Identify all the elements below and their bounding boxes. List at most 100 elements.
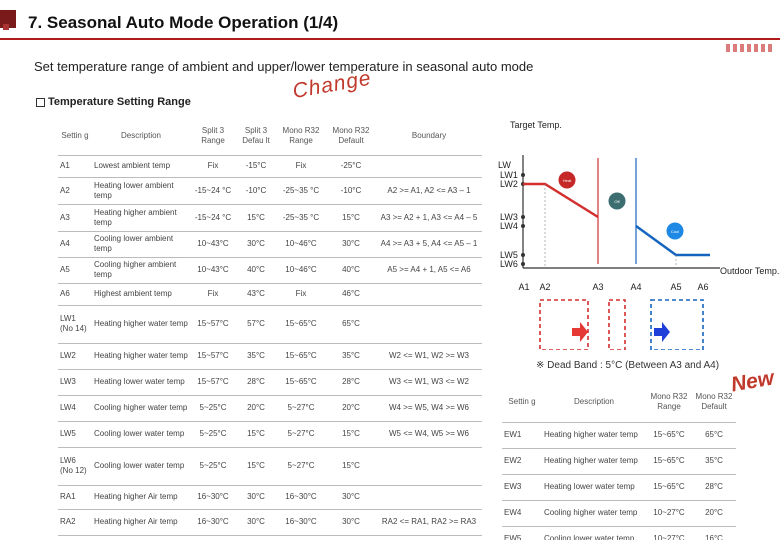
left-table-cell: Cooling lower ambient temp bbox=[92, 231, 190, 258]
left-table-cell: 28°C bbox=[326, 369, 376, 396]
left-table-cell: Fix bbox=[190, 283, 236, 306]
right-table-cell: EW5 bbox=[502, 526, 542, 540]
left-table-cell: 5~25°C bbox=[190, 447, 236, 486]
left-table-cell: 30°C bbox=[236, 231, 276, 258]
right-table-cell: 10~27°C bbox=[646, 500, 692, 527]
left-table-cell: 15°C bbox=[236, 204, 276, 232]
y-tick-dot bbox=[521, 215, 525, 219]
right-table-cell: 65°C bbox=[692, 422, 736, 449]
x-tick-label: A2 bbox=[539, 282, 550, 292]
table-row: LW3 Heating lower water temp 15~57°C 28°C 15… bbox=[58, 369, 482, 396]
right-table-cell: EW4 bbox=[502, 500, 542, 527]
left-table-cell: -25~35 °C bbox=[276, 177, 326, 205]
left-table-cell: 15°C bbox=[326, 447, 376, 486]
left-table-cell: W4 >= W5, W4 >= W6 bbox=[376, 395, 482, 422]
cool-mode-label: Cool bbox=[671, 229, 679, 234]
table-row: EW1 Heating higher water temp 15~65°C 65°C bbox=[502, 422, 736, 449]
left-table-header: Settin g Description Split 3 Range Split 3 … bbox=[58, 117, 482, 156]
checkbox-bullet-icon bbox=[36, 97, 45, 107]
left-table-cell: -10°C bbox=[326, 177, 376, 205]
page-subtitle: Set temperature range of ambient and upp… bbox=[34, 59, 534, 74]
left-table-cell: 16~30°C bbox=[190, 535, 236, 540]
left-table-cell: A5 bbox=[58, 257, 92, 284]
left-table-cell: 43°C bbox=[236, 283, 276, 306]
left-table-cell: Heating lower Air temp bbox=[92, 535, 190, 540]
left-table-cell: W2 <= W1, W2 >= W3 bbox=[376, 343, 482, 370]
left-table-cell: LW4 bbox=[58, 395, 92, 422]
left-table-cell: Heating higher water temp bbox=[92, 343, 190, 370]
left-table-cell: Fix bbox=[276, 283, 326, 306]
right-settings-table: Settin g Description Mono R32 Range Mono R3… bbox=[502, 382, 736, 540]
left-settings-table: Settin g Description Split 3 Range Split 3 … bbox=[58, 117, 482, 540]
left-table-cell: 57°C bbox=[236, 305, 276, 344]
graph-y-title: Target Temp. bbox=[510, 120, 562, 130]
page-title: 7. Seasonal Auto Mode Operation (1/4) bbox=[28, 13, 339, 32]
left-table-cell: 30°C bbox=[326, 485, 376, 510]
table-row: A2 Heating lower ambient temp -15~24 °C -10… bbox=[58, 177, 482, 205]
right-header-cell: Mono R32 Range bbox=[646, 382, 692, 423]
left-table-cell: 5~25°C bbox=[190, 395, 236, 422]
title-accent-mark bbox=[3, 24, 9, 30]
left-table-cell: Heating lower ambient temp bbox=[92, 177, 190, 205]
left-table-cell: -10°C bbox=[236, 177, 276, 205]
left-table-cell: Cooling lower water temp bbox=[92, 421, 190, 448]
left-table-cell: 10~46°C bbox=[276, 257, 326, 284]
left-table-cell: 10~43°C bbox=[190, 257, 236, 284]
left-header-cell: Boundary bbox=[376, 117, 482, 156]
left-table-cell: -25~35 °C bbox=[276, 204, 326, 232]
left-table-cell: 26°C bbox=[236, 535, 276, 540]
left-table-cell: 10~43°C bbox=[190, 231, 236, 258]
x-tick-label: A1 bbox=[518, 282, 529, 292]
heat-curve bbox=[523, 182, 599, 219]
left-table-cell: -15~24 °C bbox=[190, 204, 236, 232]
left-table-cell: RA2 bbox=[58, 509, 92, 536]
right-header-cell: Settin g bbox=[502, 382, 542, 423]
right-table-cell: Cooling higher water temp bbox=[542, 500, 646, 527]
y-tick-dot bbox=[521, 173, 525, 177]
right-table-cell: Heating lower water temp bbox=[542, 474, 646, 501]
left-table-cell: Heating lower water temp bbox=[92, 369, 190, 396]
left-table-cell: Heating higher ambient temp bbox=[92, 204, 190, 232]
left-table-cell: A4 bbox=[58, 231, 92, 258]
left-table-cell: RA1 bbox=[58, 485, 92, 510]
left-table-cell: Fix bbox=[276, 155, 326, 178]
table-row: LW4 Cooling higher water temp 5~25°C 20°C 5~… bbox=[58, 395, 482, 422]
left-table-cell: 5~27°C bbox=[276, 447, 326, 486]
left-table-cell: 15~65°C bbox=[276, 369, 326, 396]
left-table-cell: 15~57°C bbox=[190, 369, 236, 396]
left-table-cell: Fix bbox=[190, 155, 236, 178]
left-table-cell: 16~30°C bbox=[190, 485, 236, 510]
left-table-cell bbox=[376, 447, 482, 486]
table-row: A1 Lowest ambient temp Fix -15°C Fix -25°C bbox=[58, 155, 482, 178]
cool-arrow-icon bbox=[654, 322, 670, 342]
table-row: LW6 (No 12) Cooling lower water temp 5~25°… bbox=[58, 447, 482, 486]
left-table-cell: Heating higher Air temp bbox=[92, 509, 190, 536]
left-table-cell: 65°C bbox=[326, 305, 376, 344]
left-table-cell: A3 bbox=[58, 204, 92, 232]
table-row: LW2 Heating higher water temp 15~57°C 35°C 1… bbox=[58, 343, 482, 370]
left-table-cell: 16~30°C bbox=[276, 535, 326, 540]
left-table-cell: LW3 bbox=[58, 369, 92, 396]
table-row: RA2 Heating higher Air temp 16~30°C 30°C 16~… bbox=[58, 509, 482, 536]
x-tick-label: A6 bbox=[697, 282, 708, 292]
table-row: A3 Heating higher ambient temp -15~24 °C 15… bbox=[58, 204, 482, 232]
left-table-cell: 30°C bbox=[326, 231, 376, 258]
left-table-cell: Heating higher Air temp bbox=[92, 485, 190, 510]
left-header-cell: Settin g bbox=[58, 117, 92, 156]
seasonal-mode-graph: LW1LW2LW3LW4LW5LW6LWA1 A2 A3 A4 A5 A6HeatOffC… bbox=[498, 155, 720, 350]
left-table-cell: 5~27°C bbox=[276, 421, 326, 448]
left-table-cell: 46°C bbox=[326, 283, 376, 306]
right-table-cell: 16°C bbox=[692, 526, 736, 540]
left-table-cell: A4 >= A3 + 5, A4 <= A5 – 1 bbox=[376, 231, 482, 258]
heat-mode-label: Heat bbox=[563, 178, 572, 183]
right-table-header: Settin g Description Mono R32 Range Mono R3… bbox=[502, 382, 736, 423]
left-header-cell: Split 3 Range bbox=[190, 117, 236, 156]
left-table-cell: 15~57°C bbox=[190, 343, 236, 370]
right-header-cell: Mono R32 Default bbox=[692, 382, 736, 423]
left-header-cell: Mono R32 Default bbox=[326, 117, 376, 156]
y-tick-label: LW2 bbox=[500, 179, 518, 189]
right-table-cell: 35°C bbox=[692, 448, 736, 475]
left-table-cell: 35°C bbox=[236, 343, 276, 370]
right-table-cell: 15~65°C bbox=[646, 422, 692, 449]
y-tick-dot bbox=[521, 253, 525, 257]
